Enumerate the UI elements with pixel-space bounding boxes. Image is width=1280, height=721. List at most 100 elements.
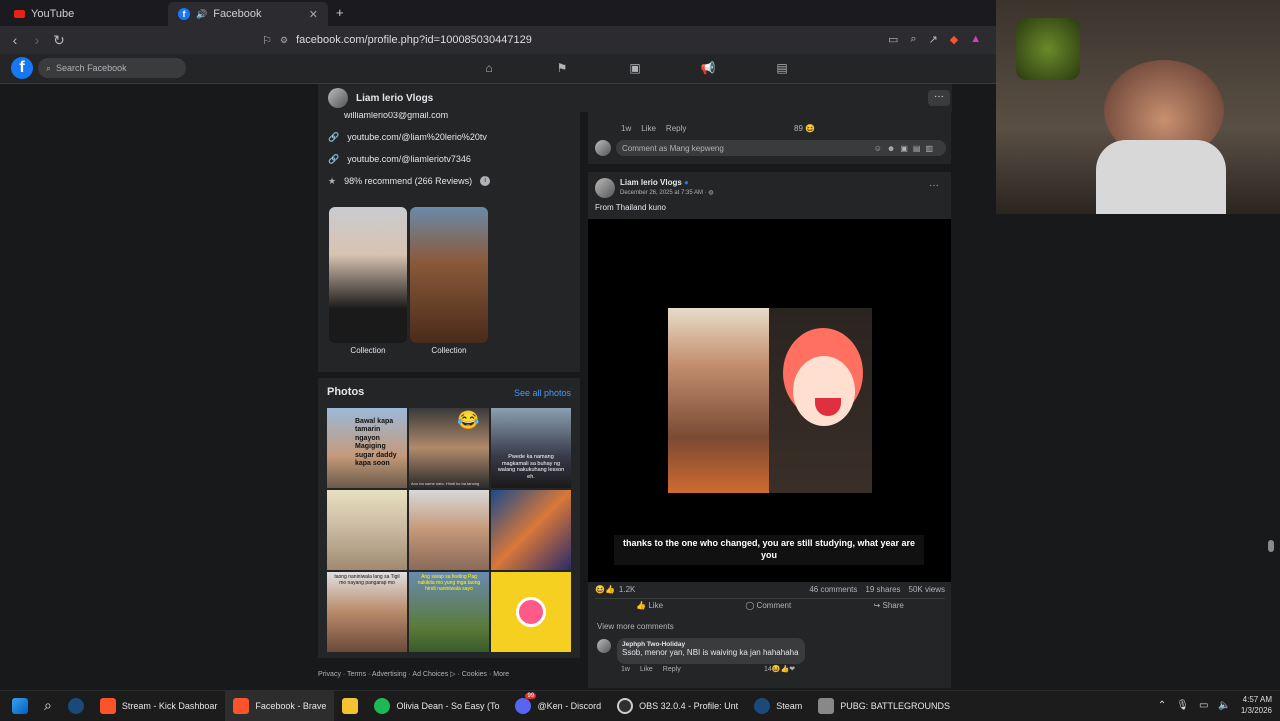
photo-thumbnail[interactable]: Bawal kapa tamarin ngayon Magiging sugar…: [327, 408, 407, 488]
post-author-name[interactable]: Liam lerio Vlogs: [620, 178, 682, 187]
photo-thumbnail[interactable]: Pwede ka namang magkamali sa buhay ng wa…: [491, 408, 571, 488]
like-icon: 👍: [636, 601, 647, 610]
share-count[interactable]: 19 shares: [865, 585, 900, 594]
taskbar-search-button[interactable]: ⌕: [36, 691, 60, 721]
comment-like-link[interactable]: Like: [640, 666, 653, 673]
collection-label[interactable]: Collection: [329, 346, 407, 355]
recommend-row: ★ 98% recommend (266 Reviews) i: [318, 170, 580, 192]
webcam-overlay: [996, 0, 1280, 214]
recommend-text[interactable]: 98% recommend (266 Reviews): [344, 176, 472, 186]
profile-more-button[interactable]: ···: [928, 90, 950, 106]
network-icon[interactable]: ▭: [1199, 700, 1208, 711]
volume-icon[interactable]: 🔈: [1218, 700, 1230, 711]
photo-thumbnail[interactable]: taong naniniwala lang sa Tigil mo nayang…: [327, 572, 407, 652]
taskbar-file-explorer[interactable]: [334, 691, 366, 721]
collection-thumbnail[interactable]: [410, 207, 488, 343]
reaction-icons[interactable]: 😆👍: [595, 585, 615, 594]
profile-avatar[interactable]: [328, 88, 348, 108]
bookmark-icon[interactable]: ⚐: [256, 34, 278, 47]
microphone-icon[interactable]: 🎙: [1176, 700, 1189, 711]
photo-thumbnail[interactable]: [491, 490, 571, 570]
brave-shield-icon[interactable]: ◆: [950, 33, 958, 46]
like-button[interactable]: 👍 Like: [636, 601, 663, 610]
reaction-count[interactable]: 1.2K: [619, 585, 635, 594]
commenter-avatar[interactable]: [595, 140, 611, 156]
photo-thumbnail[interactable]: Ano ba name nato. Hindi ko ba tanong 😂: [409, 408, 489, 488]
home-icon[interactable]: ⌂: [481, 61, 497, 75]
new-tab-button[interactable]: +: [336, 5, 344, 20]
search-input[interactable]: ⌕ Search Facebook: [38, 58, 186, 78]
post-date[interactable]: December 26, 2025 at 7:35 AM: [620, 190, 703, 196]
info-icon[interactable]: i: [480, 176, 491, 186]
page-footer-links[interactable]: Privacy · Terms · Advertising · Ad Choic…: [318, 670, 580, 678]
steam-icon: [67, 697, 84, 714]
comment-input[interactable]: Comment as Mang kepweng ☺☻▣▤▥: [616, 140, 946, 156]
marketplace-icon[interactable]: ▤: [774, 61, 790, 75]
close-tab-icon[interactable]: ✕: [309, 8, 318, 21]
taskbar-item[interactable]: Olivia Dean - So Easy (To: [366, 691, 507, 721]
start-button[interactable]: [0, 691, 36, 721]
youtube-link[interactable]: youtube.com/@liamleriotv7346: [347, 154, 471, 164]
comment-like-link[interactable]: Like: [641, 124, 656, 133]
email-text[interactable]: williamlerio03@gmail.com: [344, 112, 448, 120]
clock[interactable]: 4:57 AM 1/3/2026: [1241, 695, 1272, 716]
tab-facebook[interactable]: f 🔊 Facebook ✕: [168, 2, 328, 26]
post-action-bar: 👍 Like ◯ Comment ↪ Share: [595, 601, 945, 610]
zoom-icon[interactable]: ⌕: [910, 33, 916, 46]
taskbar-pinned-steam[interactable]: [60, 691, 92, 721]
video-player[interactable]: thanks to the one who changed, you are s…: [588, 219, 951, 582]
taskbar-item-label: Olivia Dean - So Easy (To: [396, 700, 500, 711]
taskbar-item[interactable]: OBS 32.0.4 - Profile: Unt: [609, 691, 746, 721]
taskbar-item[interactable]: Facebook - Brave: [225, 690, 335, 721]
share-icon[interactable]: ↗: [929, 33, 938, 46]
commenter-avatar[interactable]: [597, 639, 611, 653]
site-info-icon[interactable]: ⚙: [280, 35, 288, 46]
video-icon[interactable]: ▣: [627, 61, 643, 75]
comment-reactions[interactable]: 89 😆: [794, 124, 815, 133]
url-field[interactable]: ⚙ facebook.com/profile.php?id=1000850304…: [280, 30, 840, 50]
comment-author[interactable]: Jephph Two-Holiday: [622, 641, 800, 648]
reload-icon[interactable]: ↻: [48, 32, 70, 49]
taskbar-item[interactable]: Stream - Kick Dashboar: [92, 691, 226, 721]
cast-icon[interactable]: ▭: [888, 33, 898, 46]
comment-button[interactable]: ◯ Comment: [745, 601, 791, 610]
photo-thumbnail[interactable]: [409, 490, 489, 570]
post-options-icon[interactable]: ···: [929, 180, 939, 191]
comment-text: Ssob, menor yan, NBI is waiving ka jan h…: [622, 648, 799, 657]
brave-rewards-icon[interactable]: ▲: [970, 33, 981, 46]
flag-icon[interactable]: ⚑: [554, 61, 570, 75]
photo-thumbnail[interactable]: [491, 572, 571, 652]
comment-tool-icons[interactable]: ☺☻▣▤▥: [874, 144, 938, 153]
photo-thumbnail[interactable]: [327, 490, 407, 570]
collection-thumbnail[interactable]: [329, 207, 407, 343]
share-button[interactable]: ↪ Share: [874, 601, 904, 610]
photo-thumbnail[interactable]: Ang sarap sa feeling Pag nakikita mo yun…: [409, 572, 489, 652]
brave-icon: [99, 697, 116, 714]
view-more-comments-link[interactable]: View more comments: [597, 622, 674, 631]
chevron-up-icon[interactable]: ⌃: [1158, 700, 1166, 711]
page-scrollbar-thumb[interactable]: [1268, 540, 1274, 552]
youtube-link[interactable]: youtube.com/@liam%20lerio%20tv: [347, 132, 487, 142]
megaphone-icon[interactable]: 📢: [700, 61, 716, 75]
comment-reply-link[interactable]: Reply: [663, 666, 681, 673]
comment-reactions[interactable]: 14😆👍❤: [764, 665, 795, 673]
post-author-avatar[interactable]: [595, 178, 615, 198]
comment-reply-link[interactable]: Reply: [666, 124, 686, 133]
back-icon[interactable]: ‹: [4, 32, 26, 48]
taskbar-item[interactable]: PUBG: BATTLEGROUNDS: [810, 691, 958, 721]
comment-count[interactable]: 46 comments: [809, 585, 857, 594]
taskbar-item[interactable]: 99 @Ken - Discord: [507, 691, 609, 721]
photos-title: Photos: [327, 386, 365, 398]
system-tray: ⌃ 🎙 ▭ 🔈 4:57 AM 1/3/2026: [1158, 695, 1280, 716]
collection-label[interactable]: Collection: [410, 346, 488, 355]
see-all-photos-link[interactable]: See all photos: [514, 388, 571, 398]
photo-caption: Ano ba name nato. Hindi ko ba tanong: [411, 481, 480, 486]
taskbar-item[interactable]: Steam: [746, 691, 810, 721]
tab-youtube[interactable]: YouTube: [4, 2, 164, 26]
forward-icon[interactable]: ›: [26, 32, 48, 48]
facebook-logo-icon[interactable]: f: [11, 57, 33, 79]
link-icon: 🔗: [328, 153, 340, 164]
steam-icon: [754, 697, 771, 714]
taskbar-item-label: Stream - Kick Dashboar: [121, 700, 218, 711]
profile-name[interactable]: Liam lerio Vlogs: [356, 93, 433, 104]
